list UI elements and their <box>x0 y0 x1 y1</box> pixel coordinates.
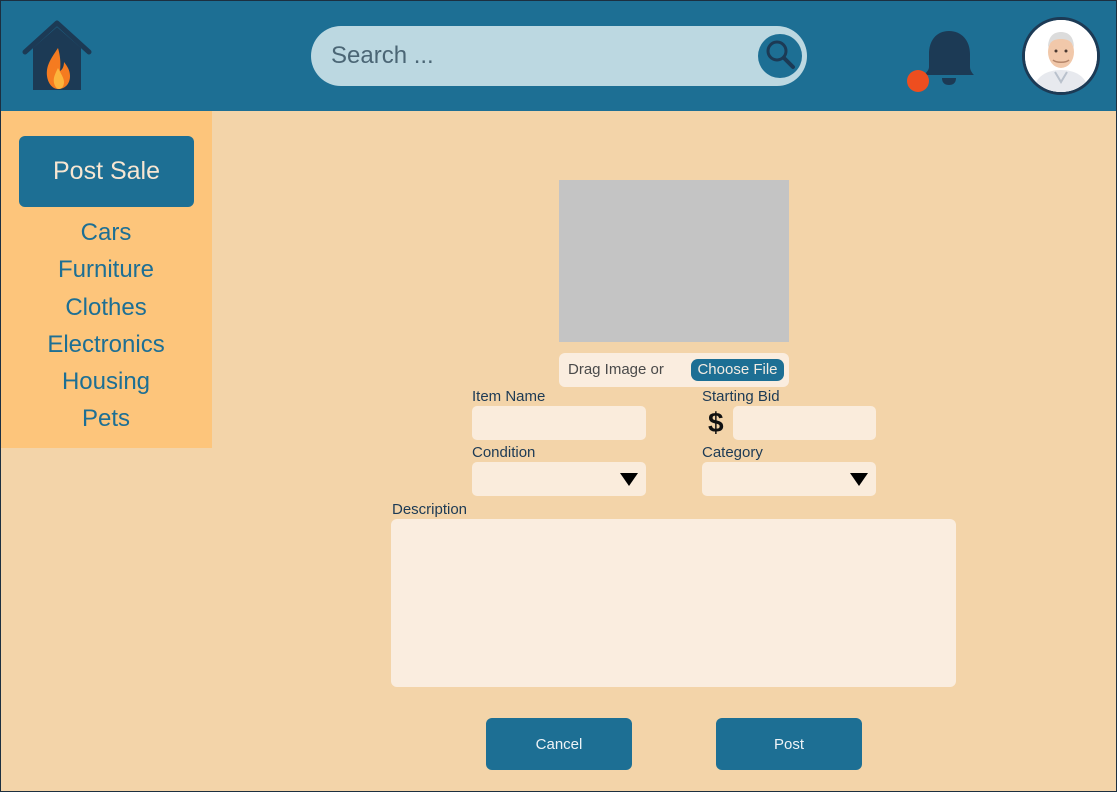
item-name-label: Item Name <box>472 388 546 405</box>
image-preview <box>559 180 789 342</box>
caret-down-icon <box>620 473 638 486</box>
sidebar-item-cars[interactable]: Cars <box>0 214 212 251</box>
category-select[interactable] <box>702 462 876 496</box>
description-label: Description <box>392 501 468 518</box>
starting-bid-field[interactable] <box>733 406 876 440</box>
sidebar: Post Sale Cars Furniture Clothes Electro… <box>0 111 212 448</box>
house-fire-icon[interactable] <box>20 18 94 92</box>
sidebar-item-furniture[interactable]: Furniture <box>0 251 212 288</box>
drop-zone-text: Drag Image or <box>568 361 664 378</box>
category-list: Cars Furniture Clothes Electronics Housi… <box>0 214 212 438</box>
bell-icon <box>904 31 978 100</box>
search-icon <box>764 38 796 75</box>
category-label: Category <box>702 444 763 461</box>
condition-select[interactable] <box>472 462 646 496</box>
notification-button[interactable] <box>904 26 978 96</box>
sidebar-item-housing[interactable]: Housing <box>0 363 212 400</box>
user-avatar[interactable] <box>1022 17 1100 95</box>
sidebar-item-electronics[interactable]: Electronics <box>0 326 212 363</box>
image-drop-zone[interactable]: Drag Image or Choose File <box>559 353 789 387</box>
caret-down-icon <box>850 473 868 486</box>
post-sale-button[interactable]: Post Sale <box>19 136 194 207</box>
description-field[interactable] <box>391 519 956 687</box>
search-input[interactable] <box>331 26 751 86</box>
cancel-button[interactable]: Cancel <box>486 718 632 770</box>
sidebar-item-clothes[interactable]: Clothes <box>0 289 212 326</box>
choose-file-button[interactable]: Choose File <box>691 359 784 381</box>
dollar-sign: $ <box>708 407 724 438</box>
top-header <box>0 0 1117 111</box>
condition-label: Condition <box>472 444 536 461</box>
search-bar <box>311 26 807 86</box>
post-button[interactable]: Post <box>716 718 862 770</box>
sidebar-item-pets[interactable]: Pets <box>0 400 212 437</box>
search-button[interactable] <box>758 34 802 78</box>
item-name-field[interactable] <box>472 406 646 440</box>
starting-bid-label: Starting Bid <box>702 388 780 405</box>
